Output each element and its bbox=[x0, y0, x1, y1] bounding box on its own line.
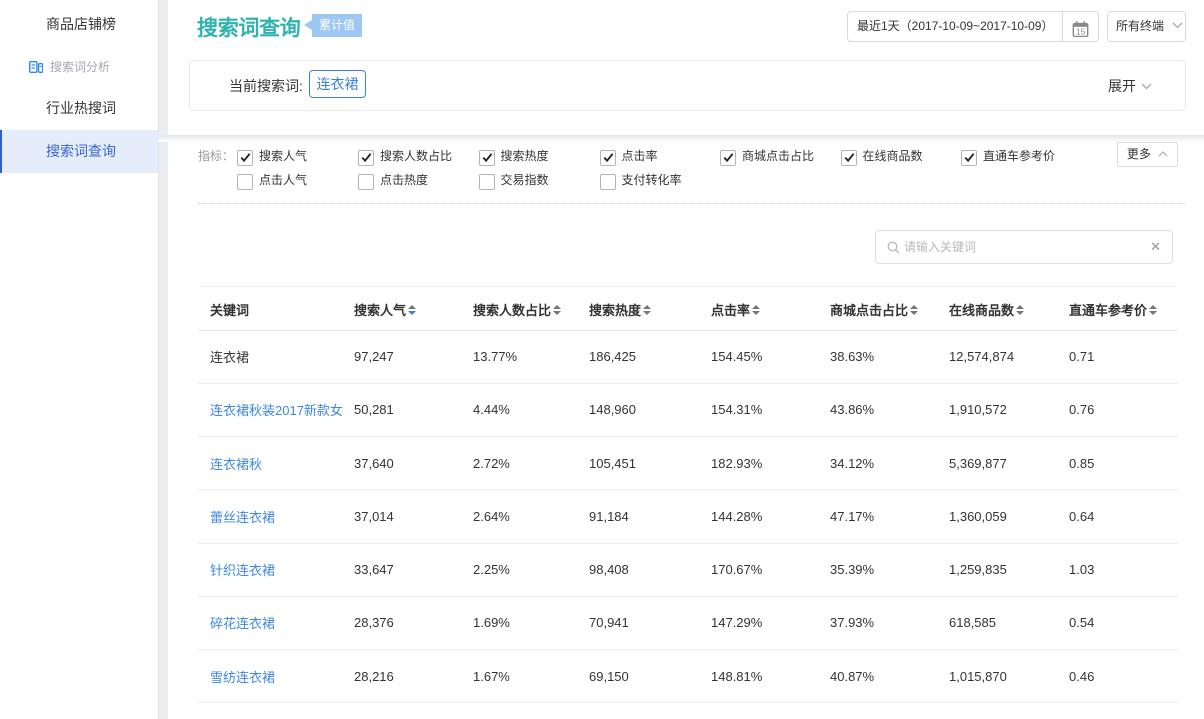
svg-text:15: 15 bbox=[1076, 26, 1086, 36]
